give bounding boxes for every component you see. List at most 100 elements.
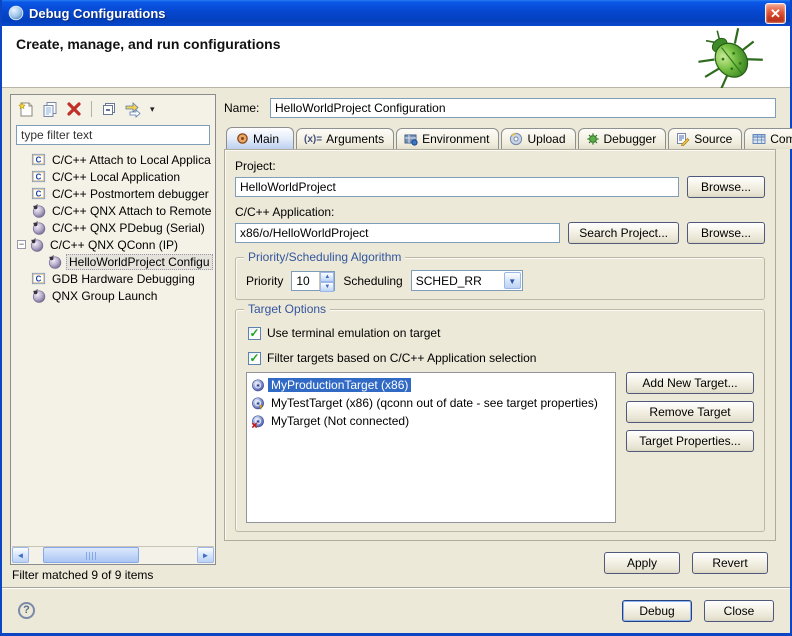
target-group-title: Target Options (244, 302, 330, 316)
scrollbar-track[interactable] (29, 547, 197, 563)
tree-item-postmortem[interactable]: C/C++ Postmortem debugger (17, 185, 215, 202)
collapse-expander-icon[interactable]: − (17, 240, 26, 249)
scroll-left-icon[interactable]: ◄ (12, 547, 29, 563)
scheduling-value: SCHED_RR (412, 271, 503, 290)
main-tab-content: Project: Browse... C/C++ Application: Se… (224, 149, 776, 541)
tab-environment[interactable]: Environment (396, 128, 499, 149)
c-launch-icon (31, 186, 46, 201)
add-new-target-button[interactable]: Add New Target... (626, 372, 754, 394)
target-disconnected-icon (251, 414, 265, 428)
combo-dropdown-icon[interactable]: ▼ (504, 272, 521, 289)
target-properties-button[interactable]: Target Properties... (626, 430, 754, 452)
tab-source[interactable]: Source (668, 128, 742, 149)
new-configuration-icon[interactable] (17, 100, 35, 118)
c-launch-icon (31, 271, 46, 286)
toolbar-separator (91, 101, 92, 117)
target-options-group: Target Options ✓ Use terminal emulation … (235, 309, 765, 532)
priority-scheduling-group: Priority/Scheduling Algorithm Priority 1… (235, 257, 765, 300)
c-launch-icon (31, 152, 46, 167)
help-icon[interactable]: ? (18, 602, 35, 619)
configurations-panel: ▾ C/C++ Attach to Local Applica C/C++ Lo… (10, 94, 216, 565)
target-list[interactable]: MyProductionTarget (x86) MyTestTarget (x… (246, 372, 616, 523)
application-browse-button[interactable]: Browse... (687, 222, 765, 244)
spinner-up-icon[interactable]: ▲ (320, 272, 334, 282)
tree-item-helloworld-config[interactable]: HelloWorldProject Configu (17, 253, 215, 270)
spinner-down-icon[interactable]: ▼ (320, 282, 334, 292)
environment-tab-icon (404, 133, 418, 146)
name-label: Name: (224, 101, 270, 115)
left-column: ▾ C/C++ Attach to Local Applica C/C++ Lo… (2, 94, 216, 585)
tab-arguments[interactable]: (x)= Arguments (296, 128, 394, 149)
tab-main[interactable]: Main (226, 127, 294, 149)
scroll-right-icon[interactable]: ► (197, 547, 214, 563)
collapse-all-icon[interactable] (100, 100, 118, 118)
filter-status-text: Filter matched 9 of 9 items (10, 565, 216, 585)
qnx-launch-icon (31, 288, 46, 303)
application-input[interactable] (235, 223, 560, 243)
common-tab-icon (752, 133, 766, 145)
delete-configuration-icon[interactable] (65, 100, 83, 118)
right-column: Name: Main (x)= Arguments (224, 94, 790, 585)
filter-menu-dropdown-icon[interactable]: ▾ (150, 104, 155, 115)
titlebar[interactable]: Debug Configurations ✕ (2, 0, 790, 26)
configurations-toolbar: ▾ (11, 95, 215, 123)
window-icon (8, 5, 24, 21)
tab-common[interactable]: Common (744, 128, 792, 149)
scrollbar-thumb[interactable] (43, 547, 139, 563)
target-row-test[interactable]: MyTestTarget (x86) (qconn out of date - … (251, 394, 611, 412)
tab-debugger[interactable]: Debugger (578, 128, 667, 149)
upload-tab-icon (509, 132, 523, 146)
window-title: Debug Configurations (29, 6, 765, 21)
tree-item-gdb-hardware[interactable]: GDB Hardware Debugging (17, 270, 215, 287)
bug-image (690, 28, 764, 88)
debug-configurations-dialog: Debug Configurations ✕ Create, manage, a… (0, 0, 792, 636)
target-row-production[interactable]: MyProductionTarget (x86) (251, 376, 611, 394)
tree-item-qnx-pdebug[interactable]: C/C++ QNX PDebug (Serial) (17, 219, 215, 236)
remove-target-button[interactable]: Remove Target (626, 401, 754, 423)
checkbox-checked-icon[interactable]: ✓ (248, 352, 261, 365)
target-row-disconnected[interactable]: MyTarget (Not connected) (251, 412, 611, 430)
search-project-button[interactable]: Search Project... (568, 222, 679, 244)
qnx-launch-icon (31, 203, 46, 218)
priority-value: 10 (292, 272, 319, 290)
qnx-launch-icon (29, 237, 44, 252)
close-dialog-button[interactable]: Close (704, 600, 774, 622)
scheduling-label: Scheduling (343, 274, 402, 288)
filter-targets-checkbox[interactable]: ✓ Filter targets based on C/C++ Applicat… (248, 351, 754, 365)
terminal-emulation-checkbox[interactable]: ✓ Use terminal emulation on target (248, 326, 754, 340)
debugger-tab-icon (586, 132, 600, 146)
banner: Create, manage, and run configurations (2, 26, 790, 88)
priority-spinner[interactable]: 10 ▲ ▼ (291, 271, 335, 291)
apply-button[interactable]: Apply (604, 552, 680, 574)
c-launch-icon (31, 169, 46, 184)
banner-title: Create, manage, and run configurations (16, 36, 281, 52)
project-browse-button[interactable]: Browse... (687, 176, 765, 198)
project-input[interactable] (235, 177, 679, 197)
application-label: C/C++ Application: (235, 205, 765, 219)
horizontal-scrollbar[interactable]: ◄ ► (12, 546, 214, 563)
tab-bar: Main (x)= Arguments Environment (224, 126, 776, 149)
configurations-tree: C/C++ Attach to Local Applica C/C++ Loca… (11, 149, 215, 546)
tree-item-qnx-attach-remote[interactable]: C/C++ QNX Attach to Remote (17, 202, 215, 219)
target-connected-icon (251, 378, 265, 392)
revert-button[interactable]: Revert (692, 552, 768, 574)
scheduling-combo[interactable]: SCHED_RR ▼ (411, 270, 523, 291)
filter-launch-configurations-icon[interactable] (124, 100, 144, 118)
checkbox-checked-icon[interactable]: ✓ (248, 327, 261, 340)
tree-item-attach-local[interactable]: C/C++ Attach to Local Applica (17, 151, 215, 168)
filter-input[interactable] (16, 125, 210, 145)
tree-item-qnx-group-launch[interactable]: QNX Group Launch (17, 287, 215, 304)
close-button[interactable]: ✕ (765, 3, 786, 24)
tab-upload[interactable]: Upload (501, 128, 575, 149)
target-warning-icon (251, 396, 265, 410)
tree-item-local-application[interactable]: C/C++ Local Application (17, 168, 215, 185)
tree-item-qnx-qconn[interactable]: − C/C++ QNX QConn (IP) (17, 236, 215, 253)
debug-button[interactable]: Debug (622, 600, 692, 622)
duplicate-configuration-icon[interactable] (41, 100, 59, 118)
source-tab-icon (676, 132, 690, 146)
dialog-body: ▾ C/C++ Attach to Local Applica C/C++ Lo… (2, 88, 790, 585)
panel-sash[interactable] (216, 94, 224, 585)
name-input[interactable] (270, 98, 776, 118)
main-tab-icon (236, 132, 249, 145)
arguments-tab-icon: (x)= (304, 134, 322, 145)
